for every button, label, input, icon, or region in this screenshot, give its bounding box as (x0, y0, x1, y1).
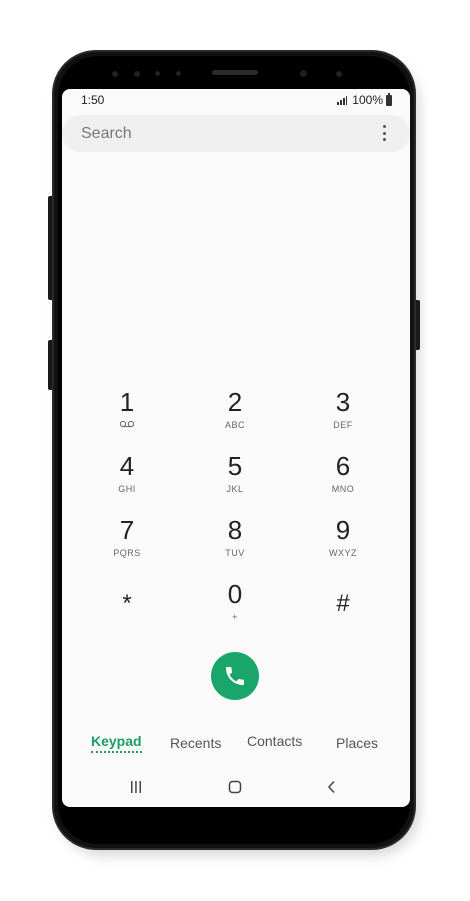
key-letters: ABC (224, 420, 245, 430)
tab-label: Places (336, 735, 379, 751)
key-one[interactable]: 1 (87, 387, 167, 445)
status-bar: 1:50 100% (62, 89, 410, 111)
phone-icon (226, 667, 244, 685)
key-letters: JKL (226, 484, 244, 494)
tab-places[interactable]: Places (336, 735, 378, 751)
more-options-icon[interactable] (382, 125, 386, 141)
tab-keypad[interactable]: Keypad (91, 733, 142, 753)
key-digit: 0 (227, 579, 243, 609)
search-input[interactable]: Search (81, 125, 132, 143)
key-letters: GHI (118, 484, 136, 494)
key-letters: TUV (225, 548, 245, 558)
sensor (176, 71, 181, 76)
key-letters: DEF (333, 420, 353, 430)
navigation-bar (62, 777, 410, 801)
sensor (155, 71, 160, 76)
recent-apps-icon[interactable] (129, 780, 143, 794)
signal-icon (337, 95, 348, 105)
key-digit: 8 (227, 515, 243, 545)
key-digit: 9 (335, 515, 351, 545)
key-zero[interactable]: 0 + (195, 579, 275, 637)
key-digit: 4 (119, 451, 135, 481)
sensor (336, 71, 342, 77)
tab-label: Keypad (91, 733, 142, 749)
key-digit: 1 (119, 387, 135, 417)
sensor (134, 71, 140, 77)
key-digit: 5 (227, 451, 243, 481)
key-two[interactable]: 2 ABC (195, 387, 275, 445)
key-digit: * (122, 590, 132, 617)
phone-screen: 1:50 100% Search 1 2 ABC 3 DEF 4 GHI 5 JKL 6 MNO 7 P… (62, 89, 410, 807)
key-digit: 6 (335, 451, 351, 481)
key-seven[interactable]: 7 PQRS (87, 515, 167, 573)
status-time: 1:50 (81, 93, 105, 107)
key-hash[interactable]: # (303, 579, 383, 637)
key-four[interactable]: 4 GHI (87, 451, 167, 509)
tab-recents[interactable]: Recents (170, 735, 221, 751)
voicemail-icon (119, 420, 135, 428)
tab-contacts[interactable]: Contacts (247, 733, 302, 749)
key-letters: + (232, 612, 238, 622)
key-letters: WXYZ (329, 548, 357, 558)
key-five[interactable]: 5 JKL (195, 451, 275, 509)
earpiece-speaker (212, 70, 258, 75)
tab-label: Contacts (247, 733, 303, 749)
key-digit: 3 (335, 387, 351, 417)
key-nine[interactable]: 9 WXYZ (303, 515, 383, 573)
key-digit: 7 (119, 515, 135, 545)
status-indicators: 100% (337, 92, 392, 107)
key-digit: 2 (227, 387, 243, 417)
key-star[interactable]: * (87, 579, 167, 637)
back-icon[interactable] (325, 780, 339, 794)
key-letters: PQRS (113, 548, 141, 558)
key-letters: MNO (331, 484, 355, 494)
key-three[interactable]: 3 DEF (303, 387, 383, 445)
key-digit: # (336, 590, 350, 617)
battery-icon (386, 92, 392, 106)
search-bar[interactable]: Search (62, 115, 410, 152)
sensor (112, 71, 118, 77)
tab-label: Recents (170, 735, 222, 751)
battery-percent: 100% (352, 93, 383, 107)
home-icon[interactable] (228, 780, 242, 794)
key-six[interactable]: 6 MNO (303, 451, 383, 509)
call-button[interactable] (211, 652, 259, 700)
key-eight[interactable]: 8 TUV (195, 515, 275, 573)
active-tab-indicator (91, 751, 142, 753)
dialer-tabs: Keypad Recents Contacts Places (62, 729, 410, 759)
front-camera (300, 70, 307, 77)
